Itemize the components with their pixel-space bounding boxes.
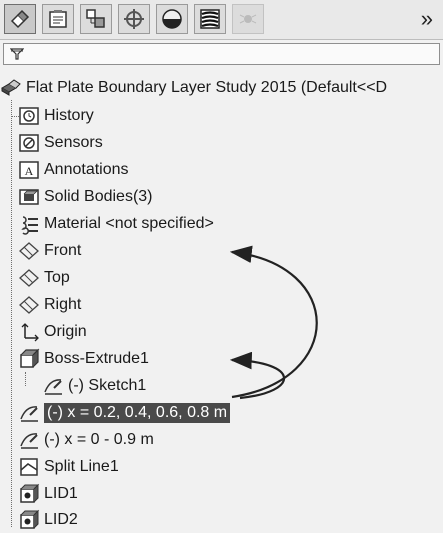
tree-item-label: Boss-Extrude1: [44, 350, 149, 367]
arrow-to-boss-extrude: [229, 351, 286, 400]
tree-item-label: Solid Bodies(3): [44, 188, 153, 205]
feature-manager-tree-icon: [10, 9, 30, 29]
tree-item-label: (-) x = 0 - 0.9 m: [44, 431, 154, 448]
tree-item-label: Top: [44, 269, 70, 286]
extra-tab-icon: [239, 14, 257, 24]
tree-item-annotations[interactable]: A Annotations: [0, 157, 129, 183]
tree-item-lid2[interactable]: LID2: [0, 507, 78, 533]
flow-simulation-icon: [200, 9, 220, 29]
sketch-icon: [18, 402, 40, 424]
tree-item-sketch1[interactable]: (-) Sketch1: [0, 373, 146, 399]
feature-manager-tree-tab[interactable]: [4, 4, 36, 34]
tree-item-history[interactable]: History: [0, 103, 94, 129]
plane-icon: [18, 294, 40, 316]
tree-item-label: Annotations: [44, 161, 129, 178]
property-manager-tab[interactable]: [42, 4, 74, 34]
sketch-icon: [18, 429, 40, 451]
lid-icon: [18, 483, 40, 505]
tree-root-label: Flat Plate Boundary Layer Study 2015 (De…: [26, 79, 388, 96]
tree-item-front-plane[interactable]: Front: [0, 238, 81, 264]
tree-filter-input[interactable]: [3, 43, 440, 65]
extrude-icon: [18, 348, 40, 370]
tree-item-label: (-) Sketch1: [68, 377, 147, 394]
tree-item-label: Origin: [44, 323, 87, 340]
dimxpert-manager-tab[interactable]: [118, 4, 150, 34]
tree-item-material[interactable]: Material <not specified>: [0, 211, 214, 237]
material-icon: [18, 213, 40, 235]
lid-icon: [18, 509, 40, 531]
plane-icon: [18, 267, 40, 289]
tree-item-sketch-x-lines[interactable]: (-) x = 0.2, 0.4, 0.6, 0.8 m: [0, 400, 231, 426]
tree-item-boss-extrude[interactable]: Boss-Extrude1: [0, 346, 149, 372]
tree-item-solid-bodies[interactable]: Solid Bodies(3): [0, 184, 153, 210]
svg-text:A: A: [25, 164, 34, 178]
tree-item-right-plane[interactable]: Right: [0, 292, 81, 318]
display-manager-tab[interactable]: [156, 4, 188, 34]
solid-bodies-icon: [18, 186, 40, 208]
tree-item-origin[interactable]: Origin: [0, 319, 87, 345]
manager-tab-bar: »: [0, 0, 443, 40]
tree-item-label-selected: (-) x = 0.2, 0.4, 0.6, 0.8 m: [44, 403, 231, 423]
display-manager-icon: [162, 9, 182, 29]
configuration-manager-icon: [86, 9, 105, 28]
dimxpert-manager-icon: [124, 9, 144, 29]
tree-item-label: Split Line1: [44, 458, 119, 475]
history-icon: [18, 105, 40, 127]
tree-item-label: Right: [44, 296, 82, 313]
origin-icon: [18, 321, 40, 343]
annotations-icon: A: [18, 159, 40, 181]
tree-item-sensors[interactable]: Sensors: [0, 130, 103, 156]
tree-item-label: History: [44, 107, 94, 124]
tree-item-label: Front: [44, 242, 82, 259]
tree-item-label: Material <not specified>: [44, 215, 214, 232]
more-tabs-chevron[interactable]: »: [421, 6, 433, 32]
configuration-manager-tab[interactable]: [80, 4, 112, 34]
filter-icon: [10, 48, 24, 60]
plane-icon: [18, 240, 40, 262]
arrow-to-front: [229, 245, 318, 399]
tree-item-lid1[interactable]: LID1: [0, 481, 78, 507]
sensors-icon: [18, 132, 40, 154]
tree-item-sketch-x-range[interactable]: (-) x = 0 - 0.9 m: [0, 427, 154, 453]
part-icon: [0, 77, 22, 99]
tree-item-label: LID1: [44, 485, 78, 502]
tree-item-label: LID2: [44, 511, 78, 528]
tree-item-split-line[interactable]: Split Line1: [0, 454, 119, 480]
property-manager-icon: [49, 10, 67, 28]
extra-tab[interactable]: [232, 4, 264, 34]
sketch-icon: [42, 375, 64, 397]
tree-root-part[interactable]: Flat Plate Boundary Layer Study 2015 (De…: [0, 75, 387, 101]
flow-simulation-tab[interactable]: [194, 4, 226, 34]
split-line-icon: [18, 456, 40, 478]
tree-item-top-plane[interactable]: Top: [0, 265, 70, 291]
tree-item-label: Sensors: [44, 134, 103, 151]
